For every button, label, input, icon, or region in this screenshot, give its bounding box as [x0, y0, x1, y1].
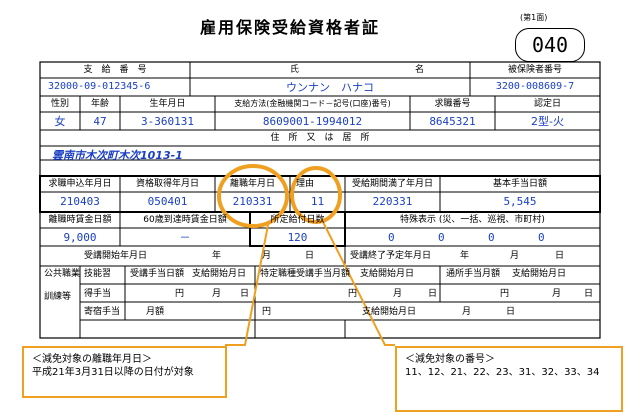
value-certification-day: 2型-火: [531, 115, 564, 128]
header-apply-date: 求職申込年月日: [48, 179, 112, 189]
training-allowance: 得手当: [84, 289, 112, 299]
boarding-start: 支給開始月日: [362, 307, 417, 317]
value-daily-base: 5,545: [503, 195, 537, 208]
training-month-2: 月: [393, 289, 403, 299]
header-special: 特殊表示 (災、一括、巡視、市町村): [400, 215, 545, 225]
note-reason-body: 11、12、21、22、23、31、32、33、34: [405, 366, 600, 378]
value-special-4: 0: [538, 231, 545, 244]
value-payment-method: 8609001-1994012: [262, 115, 363, 128]
header-insured-number: 被保険者番号: [507, 65, 562, 75]
header-course-start: 受講開始年月日: [84, 251, 148, 261]
header-reason: 理由: [296, 179, 315, 189]
header-wage: 離職時賃金日額: [48, 215, 112, 225]
value-special-3: 0: [488, 231, 495, 244]
label-day: 日: [305, 251, 315, 261]
training-start-2: 支給開始月日: [360, 269, 415, 279]
training-start-1: 支給開始月日: [192, 269, 247, 279]
value-apply-date: 210403: [60, 195, 100, 208]
training-commute-monthly: 通所手当月額: [446, 269, 501, 279]
boarding-yen: 円: [262, 307, 272, 317]
header-period-end: 受給期間満了年月日: [351, 179, 433, 189]
value-leave-date: 210331: [232, 195, 273, 208]
label-year: 年: [212, 251, 222, 261]
label-month-2: 月: [510, 251, 520, 261]
value-age: 47: [93, 115, 107, 128]
value-gender: 女: [54, 115, 66, 128]
training-day-3: 日: [584, 289, 594, 299]
training-label-2: 訓練等: [44, 292, 72, 302]
note-reason-number: ＜減免対象の番号＞ 11、12、21、22、23、31、32、33、34: [395, 346, 623, 412]
label-month: 月: [262, 251, 272, 261]
value-special-2: 0: [438, 231, 445, 244]
label-day-2: 日: [555, 251, 565, 261]
value-benefit-days: 120: [287, 231, 308, 244]
header-course-end: 受講終了予定年月日: [350, 251, 432, 261]
value-reason: 11: [310, 195, 325, 208]
value-period-end: 220331: [372, 195, 413, 208]
boarding-month: 月: [462, 307, 472, 317]
note-leave-date: ＜減免対象の離職年月日＞ 平成21年3月31日以降の日付が対象: [22, 346, 227, 398]
header-benefit-days: 所定給付日数: [270, 215, 325, 225]
training-yen-2: 円: [348, 289, 358, 299]
header-name-1: 氏: [290, 65, 300, 75]
note-leave-title: ＜減免対象の離職年月日＞: [32, 354, 152, 365]
training-month-3: 月: [552, 289, 562, 299]
header-payment-number: 支 給 番 号: [83, 65, 147, 75]
training-start-3: 支給開始月日: [512, 269, 567, 279]
header-age: 年齢: [90, 99, 109, 109]
training-label-1: 公共職業: [44, 269, 81, 279]
boarding-allowance: 寄宿手当: [84, 307, 121, 317]
header-wage-60: 60歳到達時賃金日額: [143, 215, 227, 225]
header-leave-date: 離職年月日: [229, 179, 275, 189]
boarding-day: 日: [506, 307, 516, 317]
value-payment-number: 32000-09-012345-6: [48, 81, 151, 92]
training-yen-3: 円: [500, 289, 510, 299]
header-address: 住 所 又 は 居 所: [270, 133, 370, 143]
value-wage: 9,000: [63, 231, 97, 244]
header-name-2: 名: [415, 65, 425, 75]
value-address: 雲南市木次町木次1013-1: [52, 149, 183, 162]
header-daily-base: 基本手当日額: [492, 179, 547, 189]
header-birthdate: 生年月日: [149, 99, 186, 109]
header-gender: 性別: [50, 99, 69, 109]
value-job-number: 8645321: [429, 115, 476, 128]
note-reason-title: ＜減免対象の番号＞: [405, 354, 495, 365]
training-month-1: 月: [212, 289, 222, 299]
value-insured-number: 3200-008609-7: [495, 81, 575, 92]
training-daily-allowance: 受講手当日額: [130, 269, 185, 279]
value-birthdate: 3-360131: [141, 115, 194, 128]
training-yen-1: 円: [175, 289, 185, 299]
training-day-2: 日: [428, 289, 438, 299]
value-wage-60: －: [179, 231, 191, 244]
value-acquire-date: 050401: [147, 195, 188, 208]
training-day-1: 日: [240, 289, 250, 299]
header-job-number: 求職番号: [434, 99, 471, 109]
label-year-2: 年: [460, 251, 470, 261]
boarding-monthly: 月額: [146, 307, 165, 317]
value-name: ウンナン ハナコ: [286, 81, 374, 94]
header-payment-method: 支給方法(金融機関コード－記号(口座)番号): [234, 99, 391, 108]
training-special-monthly: 特定職種受講手当月額: [260, 269, 351, 279]
value-special-1: 0: [388, 231, 395, 244]
header-certification-day: 認定日: [533, 99, 561, 109]
note-leave-body: 平成21年3月31日以降の日付が対象: [32, 366, 194, 378]
training-skill: 技能習: [84, 269, 112, 279]
header-acquire-date: 資格取得年月日: [135, 179, 199, 189]
